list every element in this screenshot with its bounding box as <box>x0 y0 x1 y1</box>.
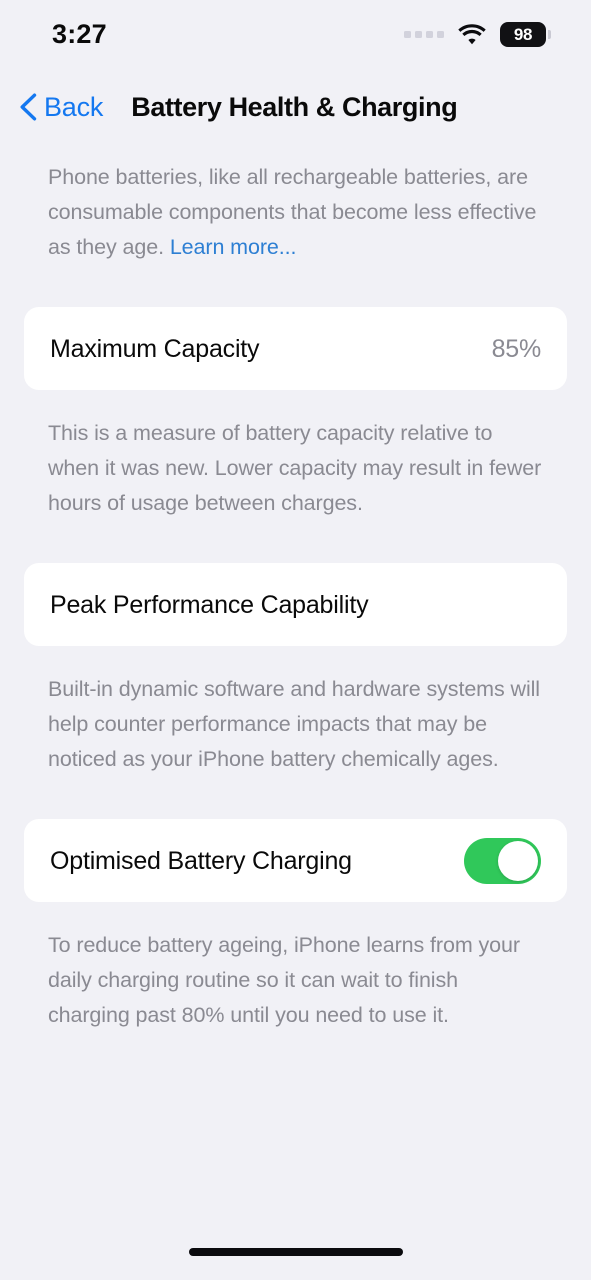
back-button-label: Back <box>44 91 104 122</box>
settings-content: Phone batteries, like all rechargeable b… <box>0 160 591 1033</box>
optimised-battery-charging-row[interactable]: Optimised Battery Charging <box>24 819 567 902</box>
maximum-capacity-value: 85% <box>491 334 542 363</box>
peak-performance-description: Built-in dynamic software and hardware s… <box>48 677 540 771</box>
status-bar-time: 3:27 <box>52 18 107 49</box>
status-bar: 3:27 98 <box>0 0 591 68</box>
battery-status-icon: 98 <box>500 21 551 47</box>
chevron-left-icon <box>18 93 38 121</box>
intro-description: Phone batteries, like all rechargeable b… <box>0 160 591 265</box>
cellular-dots-icon <box>404 30 444 38</box>
status-bar-indicators: 98 <box>404 21 551 47</box>
iphone-settings-screen: 3:27 98 Back Battery Health & Charging P… <box>0 0 591 1280</box>
peak-performance-label: Peak Performance Capability <box>50 590 369 619</box>
optimised-battery-charging-toggle[interactable] <box>464 837 541 884</box>
learn-more-link[interactable]: Learn more... <box>170 235 297 259</box>
battery-percentage: 98 <box>513 24 533 44</box>
page-title: Battery Health & Charging <box>131 91 458 122</box>
battery-body: 98 <box>500 21 546 47</box>
wifi-icon <box>458 23 486 45</box>
navigation-bar: Back Battery Health & Charging <box>0 80 591 134</box>
toggle-knob <box>498 840 538 881</box>
back-button[interactable]: Back <box>12 89 109 125</box>
battery-tip <box>548 29 551 39</box>
peak-performance-row[interactable]: Peak Performance Capability <box>24 563 567 646</box>
optimised-battery-charging-label: Optimised Battery Charging <box>50 846 352 875</box>
maximum-capacity-description: This is a measure of battery capacity re… <box>48 421 542 515</box>
optimised-battery-charging-description: To reduce battery ageing, iPhone learns … <box>48 933 520 1027</box>
home-indicator[interactable] <box>188 1248 403 1256</box>
maximum-capacity-label: Maximum Capacity <box>50 334 260 363</box>
maximum-capacity-row[interactable]: Maximum Capacity 85% <box>24 307 567 390</box>
